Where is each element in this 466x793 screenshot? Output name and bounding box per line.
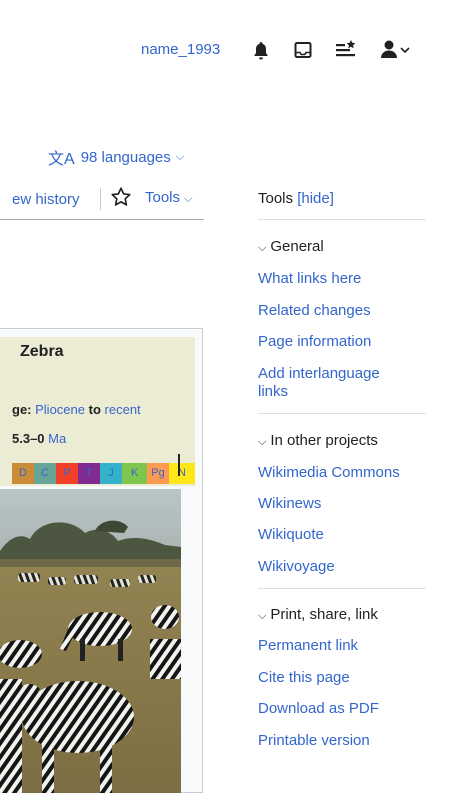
tools-panel-title: Tools bbox=[258, 190, 294, 207]
bell-icon[interactable] bbox=[251, 40, 271, 60]
chevron-down-icon: ⌵ bbox=[184, 193, 193, 205]
range-mid: to bbox=[88, 402, 101, 417]
language-button[interactable]: 文A 98 languages ⌵ bbox=[48, 145, 184, 169]
ma-range: 5.3–0 Ma bbox=[12, 431, 66, 446]
timescale-segment[interactable]: P bbox=[56, 463, 78, 484]
wikinews-link[interactable]: Wikinews bbox=[258, 495, 426, 513]
timescale-segment[interactable]: N bbox=[169, 463, 195, 484]
wikivoyage-link[interactable]: Wikivoyage bbox=[258, 558, 426, 576]
username-link[interactable]: name_1993 bbox=[141, 41, 220, 58]
timescale-marker bbox=[178, 454, 180, 476]
permanent-link[interactable]: Permanent link bbox=[258, 637, 426, 655]
recent-link[interactable]: recent bbox=[105, 402, 141, 417]
language-count-label: 98 languages bbox=[80, 148, 171, 166]
star-watch-icon[interactable] bbox=[110, 186, 132, 208]
zebra-photo bbox=[0, 489, 181, 793]
section-other-projects-toggle[interactable]: ⌵ In other projects bbox=[258, 432, 378, 449]
timescale-segment[interactable]: D bbox=[12, 463, 34, 484]
timescale-segment[interactable]: Pg bbox=[147, 463, 169, 484]
pliocene-link[interactable]: Pliocene bbox=[35, 402, 85, 417]
what-links-here-link[interactable]: What links here bbox=[258, 270, 426, 288]
ma-value: 5.3–0 bbox=[12, 431, 45, 446]
tab-tools[interactable]: Tools ⌵ bbox=[145, 189, 192, 206]
panel-divider bbox=[258, 588, 426, 589]
tab-view-history[interactable]: ew history bbox=[12, 191, 80, 208]
tools-panel-header: Tools [hide] bbox=[258, 190, 334, 207]
timescale-segment[interactable]: K bbox=[122, 463, 147, 484]
range-prefix: ge: bbox=[12, 402, 32, 417]
section-print-heading: Print, share, link bbox=[270, 606, 378, 623]
infobox-title: Zebra bbox=[20, 343, 64, 360]
user-menu-icon[interactable] bbox=[380, 39, 414, 61]
section-general-toggle[interactable]: ⌵ General bbox=[258, 238, 324, 255]
wikiquote-link[interactable]: Wikiquote bbox=[258, 526, 426, 544]
tabs-divider bbox=[0, 219, 204, 220]
chevron-down-icon: ⌵ bbox=[258, 610, 267, 622]
section-other-projects-heading: In other projects bbox=[270, 432, 378, 449]
panel-divider bbox=[258, 219, 426, 220]
translate-icon: 文A bbox=[48, 151, 75, 168]
add-interlanguage-links-link[interactable]: Add interlanguage links bbox=[258, 365, 408, 401]
hide-tools-link[interactable]: [hide] bbox=[297, 190, 334, 207]
timescale-segment[interactable]: J bbox=[100, 463, 122, 484]
wikimedia-commons-link[interactable]: Wikimedia Commons bbox=[258, 464, 426, 482]
tab-separator bbox=[100, 188, 101, 210]
geologic-timescale: D C P T J K Pg N bbox=[12, 463, 195, 484]
download-pdf-link[interactable]: Download as PDF bbox=[258, 700, 426, 718]
temporal-range: ge: Pliocene to recent bbox=[12, 402, 141, 417]
watchlist-icon[interactable] bbox=[334, 39, 358, 61]
section-print-toggle[interactable]: ⌵ Print, share, link bbox=[258, 606, 378, 623]
chevron-down-icon: ⌵ bbox=[258, 436, 267, 448]
chevron-down-icon: ⌵ bbox=[175, 150, 185, 163]
ma-link[interactable]: Ma bbox=[48, 431, 66, 446]
tab-tools-label: Tools bbox=[145, 189, 181, 206]
section-general-heading: General bbox=[270, 238, 324, 255]
page-information-link[interactable]: Page information bbox=[258, 333, 426, 351]
timescale-segment[interactable]: T bbox=[78, 463, 100, 484]
cite-this-page-link[interactable]: Cite this page bbox=[258, 669, 426, 687]
panel-divider bbox=[258, 413, 426, 414]
chevron-down-icon: ⌵ bbox=[258, 242, 267, 254]
inbox-icon[interactable] bbox=[293, 40, 313, 60]
timescale-segment[interactable]: C bbox=[34, 463, 56, 484]
related-changes-link[interactable]: Related changes bbox=[258, 302, 426, 320]
printable-version-link[interactable]: Printable version bbox=[258, 732, 426, 750]
